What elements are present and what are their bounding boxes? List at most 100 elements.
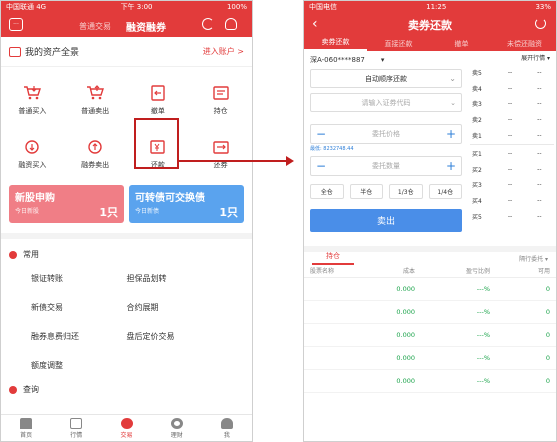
grid-item-return-stock[interactable]: 还券 (189, 127, 252, 181)
grid-item-margin-buy[interactable]: 融资买入 (1, 127, 64, 181)
tab-me[interactable]: 我 (202, 415, 252, 441)
subtab-cancel[interactable]: 撤单 (430, 39, 493, 51)
ratio-full-button[interactable]: 全仓 (310, 184, 344, 199)
table-row[interactable]: 0.000 ---% 0 (304, 347, 556, 370)
ratio-third-button[interactable]: 1/3仓 (389, 184, 423, 199)
quantity-stepper[interactable]: − 委托数量 + (310, 156, 462, 176)
quantity-placeholder: 委托数量 (372, 162, 400, 170)
book-price: -- (507, 212, 513, 220)
right-phone-screen: 中国电信 11:25 33% ‹ 卖券还款 卖券还款 直接还款 撤单 未偿还融资… (303, 0, 557, 442)
book-price: -- (507, 181, 513, 189)
cell-pnl: ---% (476, 331, 490, 339)
book-price: -- (507, 69, 513, 77)
common-section-icon (9, 250, 17, 259)
stock-code-input[interactable]: 请输入证券代码 ⌄ (310, 93, 462, 112)
account-selector[interactable]: 深A-060****887 ▾ (310, 53, 462, 67)
tab-wealth[interactable]: 理财 (152, 415, 202, 441)
grid-item-normal-sell[interactable]: 普通卖出 (64, 73, 127, 127)
tab-trade[interactable]: 交易 (101, 415, 151, 441)
common-section-title: 常用 (23, 250, 39, 259)
price-stepper[interactable]: − 委托价格 + (310, 124, 462, 144)
back-icon[interactable]: ‹ (312, 16, 318, 32)
holdings-filter[interactable]: 隔行委托 ▾ (519, 254, 548, 263)
link-quota-adjust[interactable]: 额度调整 (31, 351, 127, 380)
repay-mode-select[interactable]: 自动顺序还款 ⌄ (310, 69, 462, 88)
ratio-quarter-button[interactable]: 1/4仓 (428, 184, 462, 199)
holdings-tab-bar: 持仓 隔行委托 ▾ (304, 246, 556, 265)
book-volume: -- (537, 197, 542, 205)
ratio-half-button[interactable]: 半仓 (349, 184, 383, 199)
cell-cost: 0.000 (396, 354, 415, 362)
ipo-subscribe-banner[interactable]: 新股申购 今日新股 1只 (9, 185, 124, 223)
tab-market[interactable]: 行情 (51, 415, 101, 441)
book-level: 卖1 (472, 132, 482, 140)
book-volume: -- (537, 84, 542, 92)
table-row[interactable]: 0.000 ---% 0 (304, 278, 556, 301)
table-row[interactable]: 0.000 ---% 0 (304, 301, 556, 324)
cell-available: 0 (545, 377, 550, 385)
book-level: 卖2 (472, 117, 482, 125)
grid-label: 融资买入 (18, 160, 47, 169)
tab-holdings[interactable]: 持仓 (312, 251, 354, 265)
cell-pnl: ---% (476, 354, 490, 362)
cell-pnl: ---% (476, 308, 490, 316)
book-level: 卖5 (472, 70, 482, 78)
stock-code-placeholder: 请输入证券代码 (361, 98, 411, 107)
grid-label: 撤单 (150, 106, 165, 115)
headset-icon[interactable] (225, 18, 237, 30)
moon-icon[interactable] (202, 18, 214, 30)
refresh-icon[interactable] (535, 18, 546, 29)
link-bank-transfer[interactable]: 银证转账 (31, 264, 127, 293)
left-phone-screen: 中国联通 4G 下午 3:00 100% ··· 普通交易 融资融券 我的资产全… (0, 0, 253, 442)
table-row[interactable]: 0.000 ---% 0 (304, 370, 556, 393)
grid-item-short-sell[interactable]: 融券卖出 (64, 127, 127, 181)
tab-normal-trade[interactable]: 普通交易 (79, 21, 111, 32)
grid-label: 普通卖出 (81, 106, 110, 115)
link-new-bond-trade[interactable]: 新债交易 (31, 293, 127, 322)
common-links: 银证转账 担保品划转 新债交易 合约展期 融券息费归还 盘后定价交易 额度调整 (1, 264, 252, 380)
order-book: 展开行情 ▾ 卖5 -- -- 卖4 -- -- 卖3 -- -- 卖2 -- -- 卖1 -- -… (468, 51, 556, 234)
minus-icon[interactable]: − (316, 127, 326, 141)
cell-cost: 0.000 (396, 331, 415, 339)
trade-icon (120, 417, 133, 429)
col-header: 可用 (537, 268, 550, 275)
subtab-unpaid-margin[interactable]: 未偿还融资 (493, 39, 556, 51)
convertible-bond-banner[interactable]: 可转债可交换债 今日新债 1只 (129, 185, 244, 223)
book-row: 卖1 -- -- (470, 127, 554, 143)
enter-account-link[interactable]: 进入账户 > (203, 46, 244, 57)
battery-text: 33% (535, 3, 551, 11)
minus-icon[interactable]: − (316, 159, 326, 173)
subtab-sell-repay[interactable]: 卖券还款 (304, 37, 367, 51)
link-short-fee-return[interactable]: 融券息费归还 (31, 322, 127, 351)
grid-item-holdings[interactable]: 持仓 (189, 73, 252, 127)
grid-label: 持仓 (213, 106, 228, 115)
price-placeholder: 委托价格 (372, 130, 400, 138)
top-nav: ‹ 卖券还款 (304, 13, 556, 37)
book-price: -- (507, 150, 513, 158)
sell-button[interactable]: 卖出 (310, 209, 462, 232)
repay-highlight-box (134, 118, 179, 169)
table-row[interactable]: 0.000 ---% 0 (304, 324, 556, 347)
book-level: 买3 (472, 182, 482, 190)
subtab-direct-repay[interactable]: 直接还款 (367, 39, 430, 51)
plus-icon[interactable]: + (446, 127, 456, 141)
book-row: 卖5 -- -- (470, 65, 554, 81)
link-collateral-transfer[interactable]: 担保品划转 (127, 264, 223, 293)
plus-icon[interactable]: + (446, 159, 456, 173)
cell-pnl: ---% (476, 377, 490, 385)
link-after-hours-trade[interactable]: 盘后定价交易 (127, 322, 223, 351)
chevron-down-icon: ⌄ (449, 74, 456, 83)
link-contract-extension[interactable]: 合约展期 (127, 293, 223, 322)
banner-row: 新股申购 今日新股 1只 可转债可交换债 今日新债 1只 (1, 181, 252, 227)
tab-home[interactable]: 首页 (1, 415, 51, 441)
return-stock-icon (212, 140, 229, 154)
grid-item-normal-buy[interactable]: 普通买入 (1, 73, 64, 127)
tab-margin-trade[interactable]: 融资融券 (126, 19, 166, 34)
col-header: 盈亏比例 (465, 268, 490, 275)
chat-icon[interactable]: ··· (9, 18, 23, 31)
asset-overview-row[interactable]: 我的资产全景 进入账户 > (1, 37, 252, 67)
expand-quote-toggle[interactable]: 展开行情 ▾ (470, 53, 554, 65)
position-ratio-row: 全仓 半仓 1/3仓 1/4仓 (310, 184, 462, 199)
cart-down-icon (24, 85, 42, 99)
cell-cost: 0.000 (396, 377, 415, 385)
